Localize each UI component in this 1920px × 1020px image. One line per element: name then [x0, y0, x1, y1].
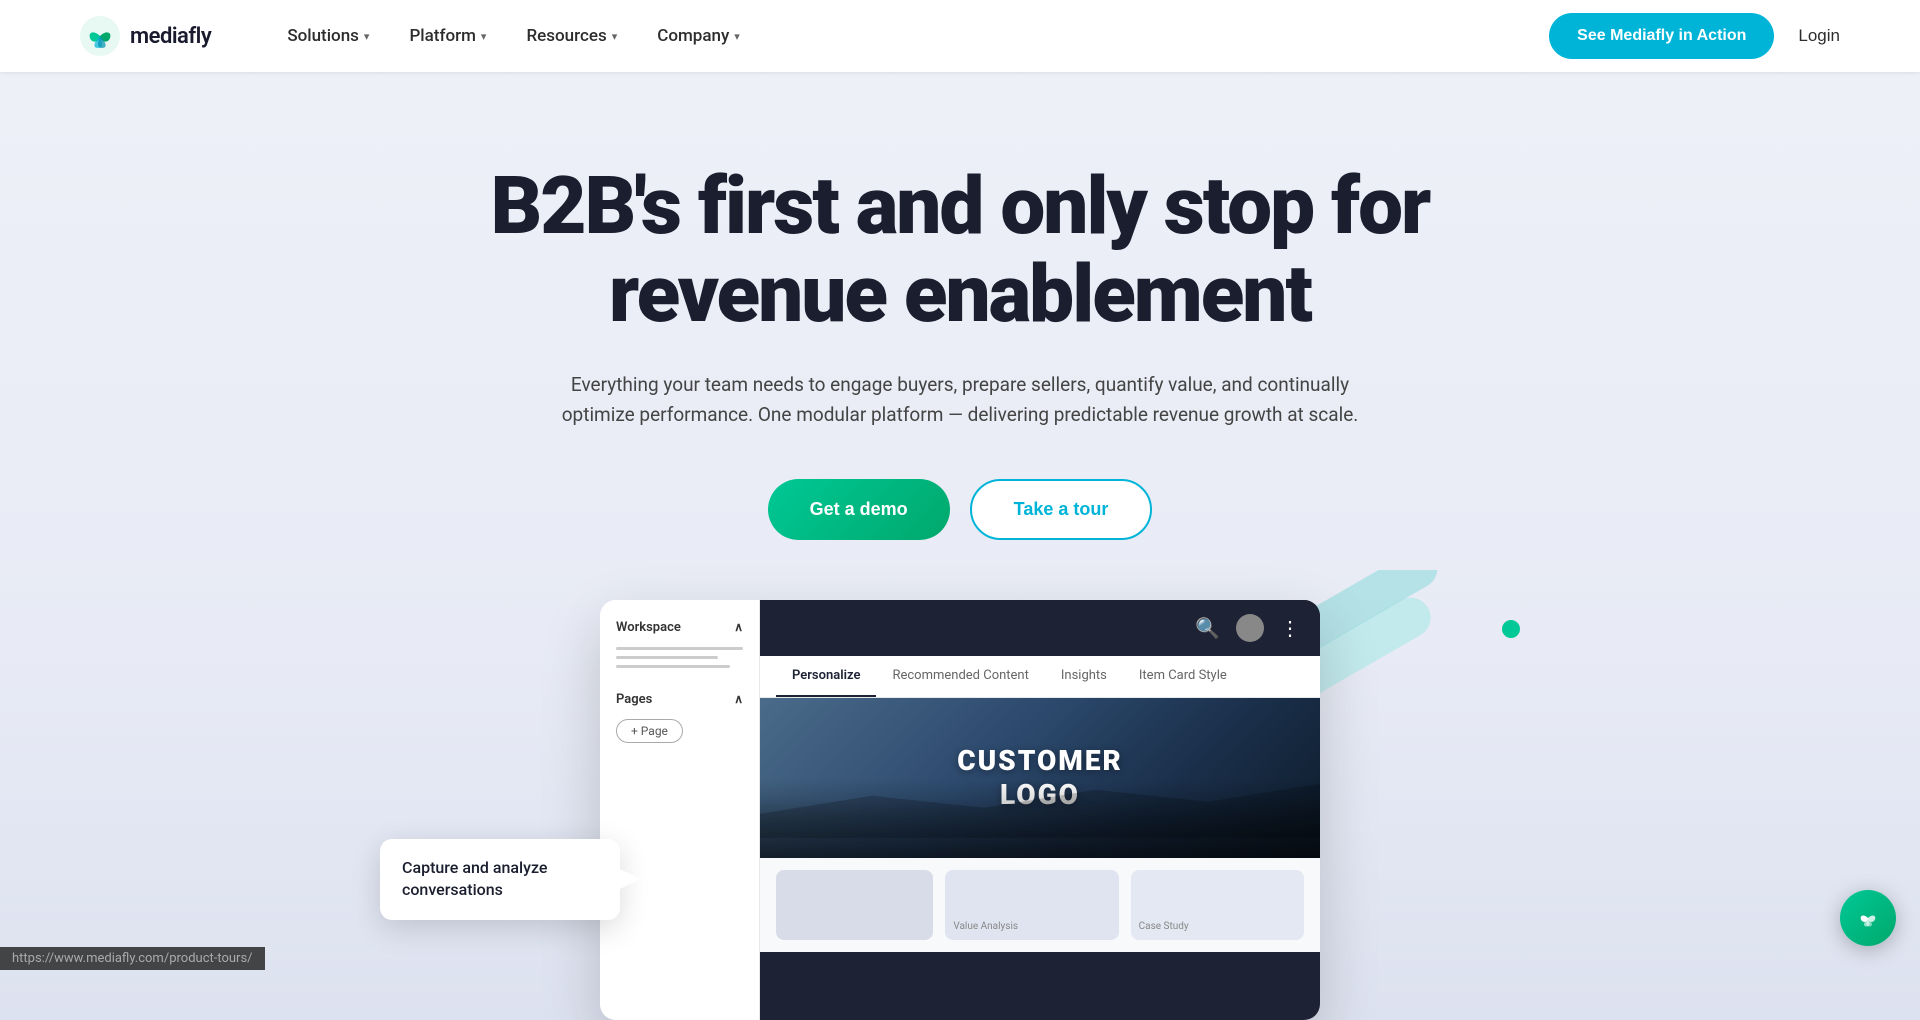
sidebar-line-2	[616, 656, 718, 659]
tab-personalize[interactable]: Personalize	[776, 656, 876, 697]
hero-subtitle: Everything your team needs to engage buy…	[560, 370, 1360, 431]
mockup-content: CUSTOMERLOGO Value Analysis Case Study	[760, 698, 1320, 952]
mockup-card-1	[776, 870, 933, 940]
more-options-icon[interactable]: ⋮	[1280, 616, 1300, 640]
navbar-right: See Mediafly in Action Login	[1549, 13, 1840, 59]
tooltip-arrow-icon	[620, 869, 640, 889]
tab-item-card-style[interactable]: Item Card Style	[1123, 656, 1243, 697]
fab-button[interactable]	[1840, 890, 1896, 946]
hero-section: B2B's first and only stop for revenue en…	[0, 72, 1920, 1020]
mockup-tabs: Personalize Recommended Content Insights…	[760, 656, 1320, 698]
tooltip-bubble: Capture and analyze conversations	[380, 839, 620, 920]
decorative-dot	[1502, 620, 1520, 638]
take-tour-button[interactable]: Take a tour	[970, 479, 1153, 540]
nav-links: Solutions ▾ Platform ▾ Resources ▾ Compa…	[271, 18, 756, 54]
workspace-header: Workspace ∧	[616, 620, 743, 635]
tooltip-text: Capture and analyze conversations	[402, 858, 547, 899]
resources-chevron-icon: ▾	[612, 30, 618, 43]
hero-buttons: Get a demo Take a tour	[768, 479, 1153, 540]
pages-header: Pages ∧	[616, 692, 743, 707]
nav-company[interactable]: Company ▾	[641, 18, 756, 54]
workspace-chevron-icon: ∧	[734, 620, 743, 634]
tab-insights[interactable]: Insights	[1045, 656, 1123, 697]
nav-resources[interactable]: Resources ▾	[510, 18, 633, 54]
url-bar: https://www.mediafly.com/product-tours/	[0, 947, 265, 970]
login-button[interactable]: Login	[1798, 26, 1840, 46]
mediafly-logo-icon	[80, 16, 120, 56]
search-icon[interactable]: 🔍	[1195, 616, 1220, 640]
sidebar-lines	[616, 647, 743, 668]
navbar-left: mediafly Solutions ▾ Platform ▾ Resource…	[80, 16, 756, 56]
card-3-label: Case Study	[1139, 921, 1189, 932]
mockup-cards-row: Value Analysis Case Study	[760, 858, 1320, 952]
mockup-card-2: Value Analysis	[945, 870, 1118, 940]
see-mediafly-button[interactable]: See Mediafly in Action	[1549, 13, 1774, 59]
nav-solutions[interactable]: Solutions ▾	[271, 18, 385, 54]
solutions-chevron-icon: ▾	[364, 30, 370, 43]
mockup-hero-image: CUSTOMERLOGO	[760, 698, 1320, 858]
sidebar-line-1	[616, 647, 743, 650]
mockup-topbar: 🔍 ⋮	[760, 600, 1320, 656]
app-mockup: Workspace ∧ Pages ∧ + Page	[600, 600, 1320, 1020]
nav-platform[interactable]: Platform ▾	[393, 18, 502, 54]
pages-chevron-icon: ∧	[734, 692, 743, 706]
mockup-card-3: Case Study	[1131, 870, 1304, 940]
get-demo-button[interactable]: Get a demo	[768, 479, 950, 540]
hero-title: B2B's first and only stop for revenue en…	[470, 162, 1450, 338]
tab-recommended-content[interactable]: Recommended Content	[876, 656, 1044, 697]
sidebar-line-3	[616, 665, 730, 668]
brand-name: mediafly	[130, 24, 211, 49]
fab-icon	[1854, 904, 1882, 932]
product-area: Workspace ∧ Pages ∧ + Page	[580, 600, 1340, 1020]
logo[interactable]: mediafly	[80, 16, 211, 56]
add-page-button[interactable]: + Page	[616, 719, 683, 743]
company-chevron-icon: ▾	[734, 30, 740, 43]
platform-chevron-icon: ▾	[481, 30, 487, 43]
avatar	[1236, 614, 1264, 642]
navbar: mediafly Solutions ▾ Platform ▾ Resource…	[0, 0, 1920, 72]
mockup-sidebar: Workspace ∧ Pages ∧ + Page	[600, 600, 760, 1020]
card-2-label: Value Analysis	[953, 921, 1018, 932]
